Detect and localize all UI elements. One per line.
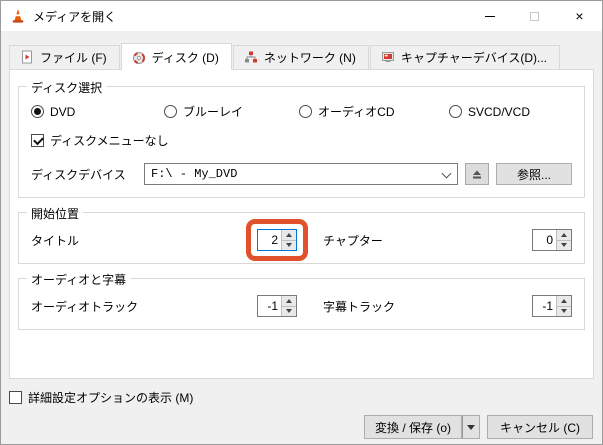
window-title: メディアを開く: [33, 8, 116, 25]
disc-icon: [132, 51, 146, 65]
close-button[interactable]: ×: [557, 1, 602, 31]
disc-device-row: ディスクデバイス F:\ - My_DVD 参照...: [31, 163, 572, 185]
open-media-dialog: メディアを開く × ファイル (F): [0, 0, 603, 445]
checkbox-show-advanced-options[interactable]: 詳細設定オプションの表示 (M): [1, 379, 602, 406]
dialog-button-row: 変換 / 保存 (o) キャンセル (C): [1, 406, 602, 439]
radio-bluray-indicator: [164, 105, 177, 118]
radio-svcd-vcd[interactable]: SVCD/VCD: [449, 105, 530, 119]
audio-subtitle-group: オーディオと字幕 オーディオトラック -1 字幕トラック -1: [18, 278, 585, 330]
checkbox-no-disc-menu[interactable]: ディスクメニューなし: [31, 132, 572, 149]
spin-up-button[interactable]: [282, 296, 296, 306]
start-position-legend: 開始位置: [27, 205, 83, 222]
triangle-up-icon: [286, 233, 292, 237]
start-position-group: 開始位置 タイトル 2 チャプター 0: [18, 212, 585, 264]
title-spinbox-wrap: 2: [257, 229, 297, 251]
browse-button[interactable]: 参照...: [496, 163, 572, 185]
eject-icon: [471, 168, 483, 180]
spin-up-button[interactable]: [557, 230, 571, 240]
triangle-up-icon: [561, 233, 567, 237]
subtitle-track-label: 字幕トラック: [323, 298, 532, 315]
radio-audio-cd-label: オーディオCD: [318, 103, 395, 120]
maximize-icon: [530, 12, 539, 21]
radio-audio-cd-indicator: [299, 105, 312, 118]
chapter-spin-buttons: [556, 230, 571, 250]
tab-capture-device[interactable]: キャプチャーデバイス(D)...: [370, 45, 560, 69]
titlebar: メディアを開く ×: [1, 1, 602, 31]
disc-selection-legend: ディスク選択: [27, 79, 106, 96]
title-spin-buttons: [281, 230, 296, 250]
tab-file-label: ファイル (F): [40, 49, 107, 66]
title-spinbox-value: 2: [258, 230, 281, 250]
tab-network[interactable]: ネットワーク (N): [233, 45, 369, 69]
subtitle-track-spinbox[interactable]: -1: [532, 295, 572, 317]
checkbox-no-disc-menu-indicator: [31, 134, 44, 147]
eject-button[interactable]: [465, 163, 489, 185]
tab-disc[interactable]: ディスク (D): [121, 43, 232, 70]
disc-tab-page: ディスク選択 DVD ブルーレイ オーディオCD SVCD/VCD: [9, 69, 594, 379]
audio-track-value: -1: [258, 296, 281, 316]
file-media-icon: [20, 50, 34, 64]
window-controls: ×: [467, 1, 602, 31]
spin-up-button[interactable]: [557, 296, 571, 306]
triangle-down-icon: [286, 243, 292, 247]
title-label: タイトル: [31, 232, 257, 249]
spin-up-button[interactable]: [282, 230, 296, 240]
disc-device-label: ディスクデバイス: [31, 166, 137, 183]
cancel-button[interactable]: キャンセル (C): [487, 415, 593, 439]
tab-file[interactable]: ファイル (F): [9, 45, 120, 69]
convert-save-split-button: 変換 / 保存 (o): [364, 415, 480, 439]
subtitle-spin-buttons: [556, 296, 571, 316]
audio-subtitle-legend: オーディオと字幕: [27, 271, 130, 288]
network-icon: [244, 50, 258, 64]
audio-subtitle-row: オーディオトラック -1 字幕トラック -1: [31, 295, 572, 317]
subtitle-track-value: -1: [533, 296, 556, 316]
triangle-up-icon: [286, 299, 292, 303]
audio-track-spinbox[interactable]: -1: [257, 295, 297, 317]
tab-network-label: ネットワーク (N): [264, 49, 356, 66]
triangle-down-icon: [561, 309, 567, 313]
audio-track-label: オーディオトラック: [31, 298, 257, 315]
disc-selection-group: ディスク選択 DVD ブルーレイ オーディオCD SVCD/VCD: [18, 86, 585, 198]
radio-bluray[interactable]: ブルーレイ: [164, 103, 299, 120]
convert-save-button[interactable]: 変換 / 保存 (o): [364, 415, 462, 439]
triangle-down-icon: [286, 309, 292, 313]
triangle-down-icon: [561, 243, 567, 247]
radio-svcd-vcd-indicator: [449, 105, 462, 118]
disc-device-value: F:\ - My_DVD: [151, 167, 237, 181]
spin-down-button[interactable]: [282, 306, 296, 317]
tab-bar: ファイル (F) ディスク (D) ネットワーク (N: [1, 31, 602, 69]
chapter-spinbox-value: 0: [533, 230, 556, 250]
radio-bluray-label: ブルーレイ: [183, 103, 243, 120]
minimize-icon: [485, 16, 495, 17]
tab-disc-label: ディスク (D): [152, 49, 219, 66]
spin-down-button[interactable]: [557, 240, 571, 251]
no-disc-menu-label: ディスクメニューなし: [50, 132, 169, 149]
chapter-spinbox[interactable]: 0: [532, 229, 572, 251]
spin-down-button[interactable]: [557, 306, 571, 317]
radio-dvd-label: DVD: [50, 105, 75, 119]
maximize-button: [512, 1, 557, 31]
advanced-options-label: 詳細設定オプションの表示 (M): [28, 389, 193, 406]
dropdown-triangle-icon: [467, 425, 475, 430]
vlc-cone-icon: [10, 8, 26, 24]
convert-save-dropdown-button[interactable]: [462, 415, 480, 439]
radio-audio-cd[interactable]: オーディオCD: [299, 103, 449, 120]
minimize-button[interactable]: [467, 1, 512, 31]
disc-device-combobox[interactable]: F:\ - My_DVD: [144, 163, 458, 185]
radio-dvd[interactable]: DVD: [31, 105, 164, 119]
radio-dvd-indicator: [31, 105, 44, 118]
start-position-row: タイトル 2 チャプター 0: [31, 229, 572, 251]
tab-capture-label: キャプチャーデバイス(D)...: [401, 49, 547, 66]
capture-device-icon: [381, 50, 395, 64]
disc-type-radio-row: DVD ブルーレイ オーディオCD SVCD/VCD: [31, 103, 572, 120]
title-spinbox[interactable]: 2: [257, 229, 297, 251]
chapter-label: チャプター: [323, 232, 532, 249]
radio-svcd-vcd-label: SVCD/VCD: [468, 105, 530, 119]
audio-spin-buttons: [281, 296, 296, 316]
spin-down-button[interactable]: [282, 240, 296, 251]
advanced-options-checkbox-indicator: [9, 391, 22, 404]
chevron-down-icon[interactable]: [443, 170, 451, 178]
triangle-up-icon: [561, 299, 567, 303]
